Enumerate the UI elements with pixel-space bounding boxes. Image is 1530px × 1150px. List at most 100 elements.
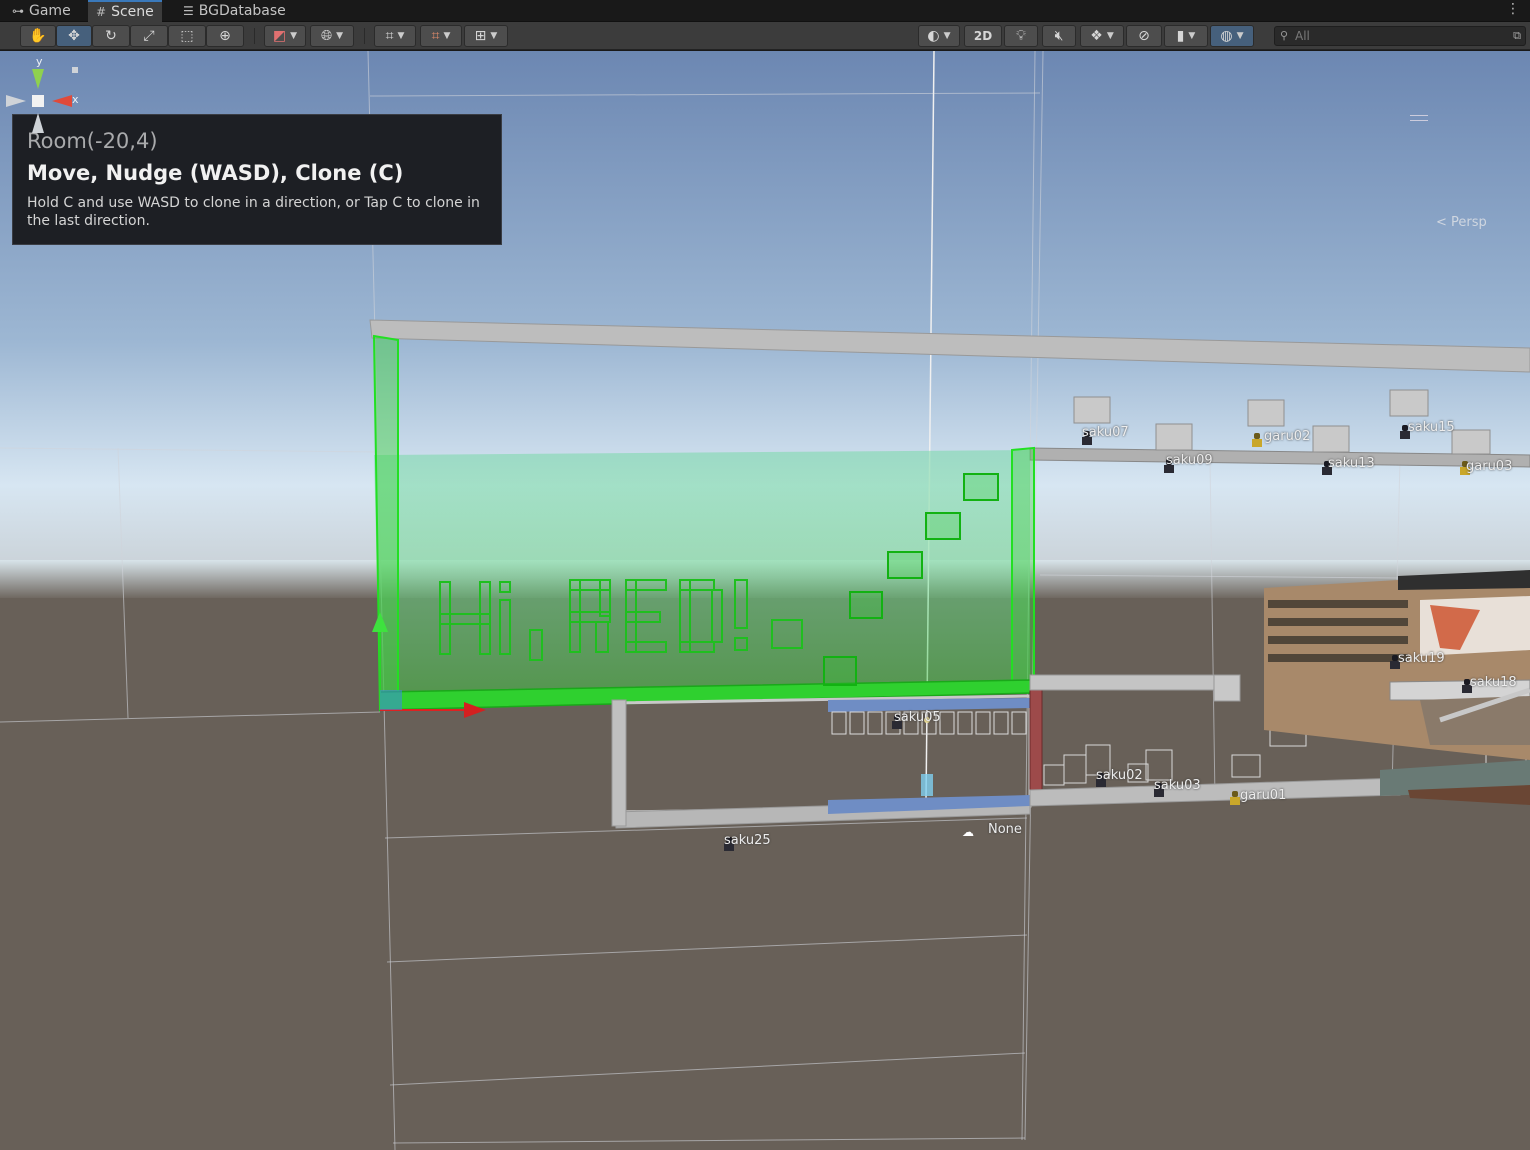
camera-dropdown[interactable]: ▮ ▼ — [1164, 25, 1208, 47]
scale-icon: ⤢ — [143, 28, 155, 44]
shelf-end-block — [1213, 674, 1241, 702]
rotate-icon: ↻ — [105, 28, 117, 44]
hand-tool-button[interactable]: ✋ — [20, 25, 56, 47]
increment-snap-dropdown[interactable]: ⌗ ▼ — [420, 25, 462, 47]
gizmo-y-label: y — [36, 55, 43, 68]
chevron-down-icon: ▼ — [397, 31, 405, 41]
entity-label-saku15: saku15 — [1408, 420, 1455, 435]
pipe-structure — [1420, 696, 1530, 745]
cloud-icon: ☁ — [962, 825, 974, 839]
camera-icon: ▮ — [1176, 28, 1185, 44]
entity-label-garu01: garu01 — [1240, 788, 1287, 803]
editor-tab-bar: ⊶ Game # Scene ☰ BGDatabase ⋮ — [0, 0, 1530, 22]
gizmo-negx-cone[interactable] — [6, 95, 26, 107]
gizmo-y-cone[interactable] — [32, 69, 44, 89]
tab-bgdatabase-label: BGDatabase — [198, 3, 286, 19]
lighting-toggle-button[interactable]: 💡︎ — [1004, 25, 1038, 47]
character-sprite[interactable] — [1250, 433, 1264, 449]
scale-tool-button[interactable]: ⤢ — [130, 25, 168, 47]
entity-label-saku09: saku09 — [1166, 453, 1213, 468]
lightbulb-icon: 💡︎ — [1016, 28, 1026, 44]
rotate-tool-button[interactable]: ↻ — [92, 25, 130, 47]
transform-tool-button[interactable]: ⊕ — [206, 25, 244, 47]
tab-scene[interactable]: # Scene — [88, 0, 162, 22]
database-icon: ☰ — [183, 4, 194, 18]
room-coordinates: Room(-20,4) — [27, 129, 158, 153]
transform-icon: ⊕ — [219, 28, 231, 44]
entity-label-saku02: saku02 — [1096, 768, 1143, 783]
chevron-down-icon: ▼ — [336, 31, 344, 41]
grid-icon: ⊞ — [474, 28, 487, 44]
orientation-gizmo[interactable]: y x — [0, 51, 90, 161]
audio-toggle-button[interactable]: 🔇︎ — [1042, 25, 1076, 47]
selected-room-right-wall — [1011, 446, 1035, 694]
hand-icon: ✋ — [29, 28, 47, 44]
scene-viewport[interactable]: saku07 garu02 saku15 saku09 saku13 garu0… — [0, 51, 1530, 1150]
effects-layers-icon: ❖ — [1090, 28, 1103, 44]
search-icon: ⚲ — [1280, 29, 1289, 42]
gizmo-x-cone[interactable] — [52, 95, 72, 107]
kebab-menu-icon[interactable]: ⋮ — [1506, 1, 1520, 17]
middle-shelf-right — [1029, 674, 1241, 691]
pivot-global-dropdown[interactable]: 🌐︎ ▼ — [310, 25, 354, 47]
selected-room — [374, 450, 1030, 705]
eye-hidden-icon: ⊘ — [1138, 28, 1150, 44]
tool-hint-text: Hold C and use WASD to clone in a direct… — [27, 195, 480, 229]
scene-toolbar: ✋ ✥ ↻ ⤢ ⬚ ⊕ ◩ ▼ 🌐︎ ▼ ⌗ ▼ ⌗ ▼ ⊞ ▼ ◐ ▼ 2D 💡︎ 🔇︎ … — [0, 22, 1530, 50]
shading-mode-dropdown[interactable]: ◐ ▼ — [918, 25, 960, 47]
tab-bgdatabase[interactable]: ☰ BGDatabase — [175, 0, 294, 22]
2d-toggle-button[interactable]: 2D — [964, 25, 1002, 47]
gizmo-x-label: x — [72, 93, 79, 106]
entity-label-saku18: saku18 — [1470, 675, 1517, 690]
chevron-down-icon: ▼ — [443, 31, 451, 41]
search-placeholder: All — [1295, 29, 1310, 43]
rect-tool-button[interactable]: ⬚ — [168, 25, 206, 47]
maximize-icon[interactable]: ⧉ — [1513, 27, 1521, 45]
lower-room-left-wall — [611, 699, 627, 827]
gamepad-icon: ⊶ — [12, 4, 24, 18]
chevron-down-icon: ▼ — [490, 31, 498, 41]
gizmo-negy-cone[interactable] — [32, 113, 44, 133]
entity-label-saku07: saku07 — [1082, 425, 1129, 440]
gizmo-z-marker — [72, 67, 78, 73]
tab-game[interactable]: ⊶ Game — [4, 0, 79, 22]
move-icon: ✥ — [68, 28, 80, 44]
grid-snap-dropdown[interactable]: ⌗ ▼ — [374, 25, 416, 47]
globe-icon: 🌐︎ — [320, 28, 333, 44]
shading-sphere-icon: ◐ — [927, 28, 940, 44]
entity-label-saku19: saku19 — [1398, 651, 1445, 666]
chevron-down-icon: ▼ — [290, 31, 298, 41]
perspective-toggle[interactable]: < Persp — [1436, 215, 1487, 230]
toolbar-separator — [364, 28, 365, 44]
scene-visibility-toggle[interactable]: ⊘ — [1126, 25, 1162, 47]
scene-search-input[interactable]: ⚲ All ⧉ — [1274, 26, 1526, 46]
entity-label-saku03: saku03 — [1154, 778, 1201, 793]
entity-label-garu03: garu03 — [1466, 459, 1513, 474]
move-gizmo-plane-handle[interactable] — [380, 690, 402, 710]
chevron-down-icon: ▼ — [943, 31, 951, 41]
gizmo-center-cube[interactable] — [32, 95, 44, 107]
tool-mode-title: Move, Nudge (WASD), Clone (C) — [27, 161, 404, 185]
tab-game-label: Game — [29, 3, 71, 19]
chevron-down-icon: ▼ — [1188, 31, 1196, 41]
audio-muted-icon: 🔇︎ — [1054, 28, 1064, 44]
custom-tool-dropdown[interactable]: ◩ ▼ — [264, 25, 306, 47]
gizmos-globe-icon: ◍ — [1220, 28, 1233, 44]
chevron-down-icon: ▼ — [1106, 31, 1114, 41]
grid-visibility-dropdown[interactable]: ⊞ ▼ — [464, 25, 508, 47]
toolbar-separator — [254, 28, 255, 44]
entity-label-garu02: garu02 — [1264, 429, 1311, 444]
gizmo-menu-icon[interactable] — [1410, 115, 1428, 121]
entity-label-saku05: saku05 — [894, 710, 941, 725]
scene-grid-icon: # — [96, 5, 107, 19]
custom-tool-icon: ◩ — [272, 28, 287, 44]
entity-label-none: None — [988, 822, 1022, 837]
gizmos-dropdown[interactable]: ◍ ▼ — [1210, 25, 1254, 47]
effects-dropdown[interactable]: ❖ ▼ — [1080, 25, 1124, 47]
tab-scene-label: Scene — [111, 4, 154, 20]
move-tool-button[interactable]: ✥ — [56, 25, 92, 47]
entity-label-saku13: saku13 — [1328, 456, 1375, 471]
chevron-down-icon: ▼ — [1236, 31, 1244, 41]
perspective-label: Persp — [1451, 215, 1487, 230]
grid-snap-icon: ⌗ — [385, 28, 394, 44]
